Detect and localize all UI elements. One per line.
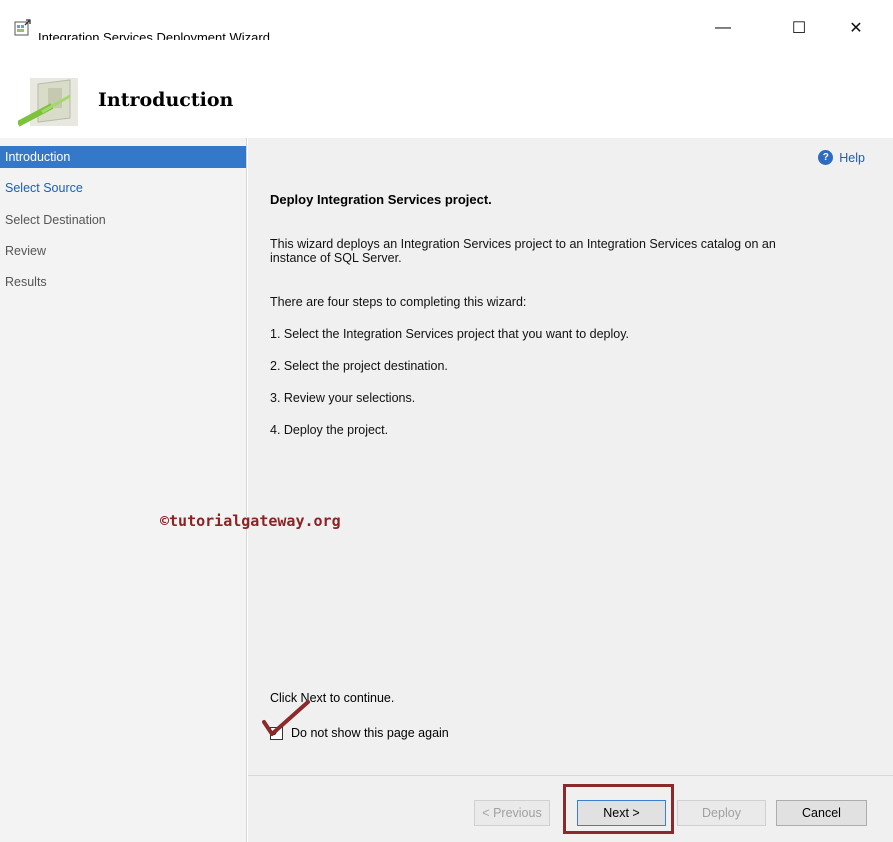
nav-item-select-source[interactable]: Select Source: [0, 177, 246, 199]
step-item: 3. Review your selections.: [270, 391, 416, 405]
deployment-wizard-icon: [14, 19, 31, 36]
minimize-button[interactable]: —: [700, 13, 746, 43]
content-heading: Deploy Integration Services project.: [270, 192, 492, 207]
deploy-button[interactable]: Deploy: [677, 800, 766, 826]
previous-button[interactable]: < Previous: [474, 800, 550, 826]
dont-show-label: Do not show this page again: [291, 726, 449, 740]
watermark: ©tutorialgateway.org: [160, 512, 341, 530]
nav-item-review: Review: [5, 244, 46, 258]
content-panel: ? Help Deploy Integration Services proje…: [248, 138, 893, 775]
wizard-header: Introduction: [0, 40, 893, 138]
step-item: 1. Select the Integration Services proje…: [270, 327, 630, 341]
description-line-1: This wizard deploys an Integration Servi…: [270, 237, 776, 251]
next-highlight-box: [563, 784, 674, 834]
page-title: Introduction: [98, 89, 234, 111]
cancel-button[interactable]: Cancel: [776, 800, 867, 826]
description-line-2: instance of SQL Server.: [270, 251, 402, 265]
help-link[interactable]: ? Help: [818, 150, 865, 165]
help-label: Help: [839, 150, 865, 165]
nav-item-results: Results: [5, 275, 47, 289]
step-item: 4. Deploy the project.: [270, 423, 389, 437]
steps-intro: There are four steps to completing this …: [270, 295, 527, 309]
nav-item-introduction[interactable]: Introduction: [0, 146, 246, 168]
title-bar: Integration Services Deployment Wizard —…: [0, 0, 893, 45]
step-item: 2. Select the project destination.: [270, 359, 448, 373]
annotation-arrow-icon: [262, 700, 310, 736]
maximize-button[interactable]: ☐: [776, 13, 822, 43]
wizard-nav: Introduction Select Source Select Destin…: [0, 138, 247, 842]
help-icon: ?: [818, 150, 834, 165]
wizard-header-image: [18, 78, 78, 127]
close-button[interactable]: ✕: [833, 13, 879, 43]
nav-item-select-destination: Select Destination: [5, 213, 106, 227]
